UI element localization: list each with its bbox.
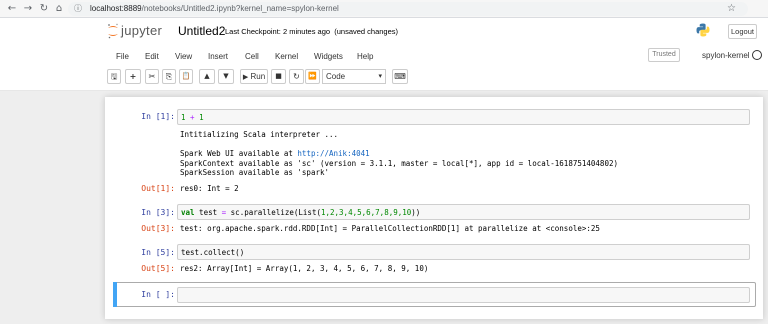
stream-line: Intitializing Scala interpreter ...: [180, 130, 339, 139]
trusted-badge[interactable]: Trusted: [648, 48, 680, 62]
cell-3-input[interactable]: test.collect(): [177, 244, 750, 260]
paste-icon[interactable]: 📋: [179, 69, 193, 84]
menu-file[interactable]: File: [116, 51, 129, 63]
checkpoint-text: Last Checkpoint: 2 minutes ago: [225, 27, 331, 36]
cell-1-input[interactable]: 1 + 1: [177, 109, 750, 125]
url-path: /notebooks/Untitled2.ipynb?kernel_name=s…: [141, 4, 339, 13]
bookmark-star-icon[interactable]: ☆: [727, 3, 736, 15]
back-icon[interactable]: ←: [6, 3, 18, 15]
save-icon[interactable]: 🖫: [107, 69, 121, 84]
jupyter-header: jupyter Untitled2 Last Checkpoint: 2 min…: [0, 18, 768, 91]
code-token: 1,2,3,4,5,6,7,8,9,10: [320, 208, 412, 217]
cell-2-in-prompt: In [3]:: [141, 208, 175, 217]
cell-type-value: Code: [326, 72, 346, 81]
spark-ui-link[interactable]: http://Anik:4041: [297, 149, 369, 158]
cell-1-result: res0: Int = 2: [180, 184, 239, 193]
code-token: 1: [199, 113, 204, 122]
jupyter-logo-text[interactable]: jupyter: [121, 23, 162, 39]
cell-1-stream-output: Intitializing Scala interpreter ... Spar…: [180, 130, 750, 178]
run-button[interactable]: ▶ Run: [240, 69, 268, 84]
info-icon[interactable]: ⓘ: [74, 4, 84, 14]
cell-3-out-prompt: Out[5]:: [141, 264, 175, 273]
add-cell-icon[interactable]: +: [125, 69, 141, 84]
cell-4-input[interactable]: [177, 287, 750, 303]
kernel-name[interactable]: spylon-kernel: [702, 51, 750, 61]
move-up-icon[interactable]: ▲: [199, 69, 215, 84]
reload-icon[interactable]: ↻: [38, 3, 50, 15]
url-text: localhost:8889/notebooks/Untitled2.ipynb…: [90, 4, 339, 14]
code-token: +: [185, 113, 200, 122]
address-bar[interactable]: ⓘ localhost:8889/notebooks/Untitled2.ipy…: [68, 2, 748, 16]
unsaved-indicator: (unsaved changes): [334, 27, 399, 36]
code-token: sc.parallelize(List(: [226, 208, 321, 217]
copy-icon[interactable]: ⎘: [162, 69, 176, 84]
kernel-idle-indicator-icon: [752, 50, 762, 60]
move-down-icon[interactable]: ▼: [218, 69, 234, 84]
stream-line: Spark Web UI available at: [180, 149, 298, 159]
keyboard-icon[interactable]: ⌨: [392, 69, 408, 84]
menu-cell[interactable]: Cell: [245, 51, 259, 63]
chevron-down-icon: ▾: [378, 72, 382, 80]
python-logo-icon: [696, 23, 710, 37]
cell-2-out-prompt: Out[3]:: [141, 224, 175, 233]
stream-line: SparkContext available as 'sc' (version …: [180, 158, 618, 168]
menu-kernel[interactable]: Kernel: [275, 51, 298, 63]
checkpoint-status: Last Checkpoint: 2 minutes ago (unsaved …: [225, 27, 398, 37]
jupyter-logo-icon[interactable]: [107, 23, 119, 39]
menu-help[interactable]: Help: [357, 51, 373, 63]
menu-edit[interactable]: Edit: [145, 51, 159, 63]
home-icon[interactable]: ⌂: [53, 3, 65, 15]
code-token: )): [411, 208, 421, 217]
menu-insert[interactable]: Insert: [208, 51, 228, 63]
code-token: val: [181, 208, 195, 217]
menu-view[interactable]: View: [175, 51, 192, 63]
cell-2-input[interactable]: val test = sc.parallelize(List(1,2,3,4,5…: [177, 204, 750, 220]
browser-toolbar: ← → ↻ ⌂ ⓘ localhost:8889/notebooks/Untit…: [0, 0, 768, 18]
notebook-toolbar: 🖫 + ✂ ⎘ 📋 ▲ ▼ ▶ Run ■ ↻ ⏩ Code ▾ ⌨: [0, 67, 768, 89]
cell-3-result: res2: Array[Int] = Array(1, 2, 3, 4, 5, …: [180, 264, 429, 273]
cell-2-result: test: org.apache.spark.rdd.RDD[Int] = Pa…: [180, 224, 600, 233]
logout-button[interactable]: Logout: [728, 24, 757, 39]
cell-type-select[interactable]: Code ▾: [322, 69, 386, 84]
cell-1-in-prompt: In [1]:: [141, 112, 175, 121]
notebook-container: In [1]: 1 + 1 Intitializing Scala interp…: [105, 97, 763, 319]
notebook-title[interactable]: Untitled2: [178, 24, 225, 38]
run-label: Run: [250, 72, 266, 81]
code-token: test: [194, 208, 222, 217]
restart-run-all-icon[interactable]: ⏩: [305, 69, 320, 84]
url-host: localhost:8889: [90, 4, 142, 13]
cut-icon[interactable]: ✂: [145, 69, 159, 84]
menu-widgets[interactable]: Widgets: [314, 51, 343, 63]
stream-line: SparkSession available as 'spark': [180, 168, 330, 178]
cell-3-in-prompt: In [5]:: [141, 248, 175, 257]
cell-1-out-prompt: Out[1]:: [141, 184, 175, 193]
forward-icon[interactable]: →: [22, 3, 34, 15]
run-icon: ▶: [242, 73, 249, 81]
restart-kernel-icon[interactable]: ↻: [289, 69, 304, 84]
interrupt-icon[interactable]: ■: [271, 69, 286, 84]
cell-4-in-prompt: In [ ]:: [141, 290, 175, 299]
